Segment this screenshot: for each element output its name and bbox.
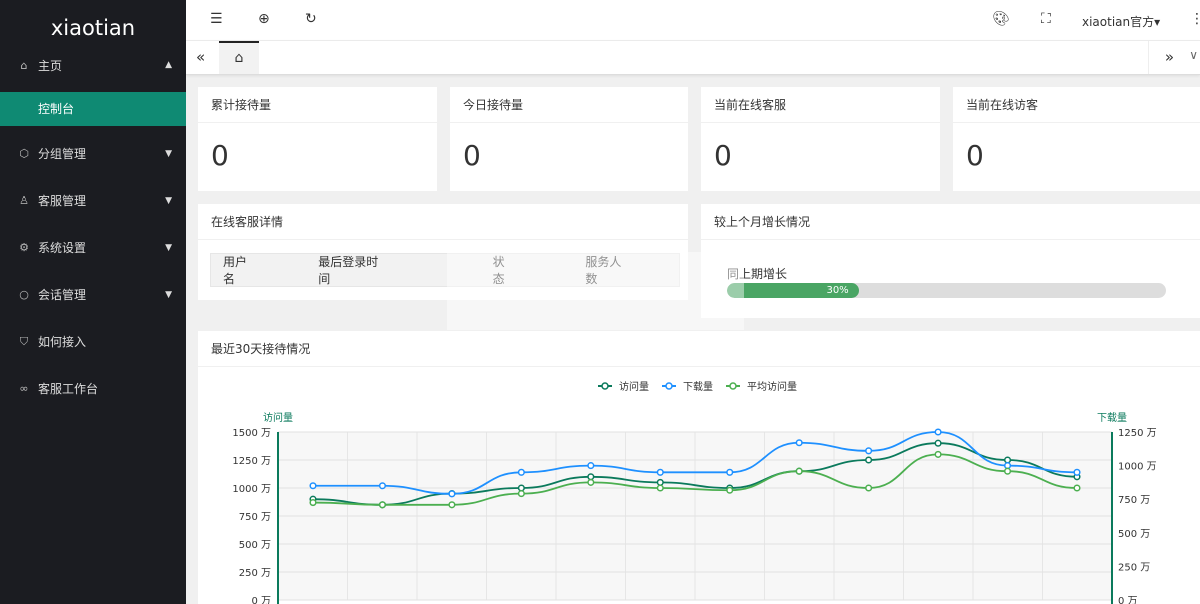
user-name: xiaotian官方 bbox=[1082, 15, 1154, 29]
home-icon: ⌂ bbox=[17, 59, 31, 72]
tab-menu-icon[interactable]: ∨ bbox=[1189, 48, 1198, 62]
nav-label: 客服管理 bbox=[38, 192, 86, 209]
stat-title: 当前在线访客 bbox=[953, 87, 1200, 123]
nav-sessions[interactable]: ○ 会话管理 ▼ bbox=[0, 271, 186, 318]
nav-label: 主页 bbox=[38, 57, 62, 74]
card-title: 较上个月增长情况 bbox=[701, 204, 1200, 240]
nav-howto[interactable]: ⛉ 如何接入 bbox=[0, 318, 186, 365]
globe-icon[interactable]: ⊕ bbox=[258, 11, 270, 27]
chart-title: 最近30天接待情况 bbox=[198, 331, 1200, 367]
nav-label: 如何接入 bbox=[38, 333, 86, 350]
scroll-right-icon[interactable]: » bbox=[1165, 48, 1174, 66]
nav-settings[interactable]: ⚙ 系统设置 ▼ bbox=[0, 224, 186, 271]
growth-progress-bar: 30% bbox=[727, 283, 1166, 298]
column-header: 用户名 bbox=[223, 253, 254, 287]
gear-icon: ⚙ bbox=[17, 241, 31, 254]
stat-title: 当前在线客服 bbox=[701, 87, 940, 123]
user-menu[interactable]: xiaotian官方▾ bbox=[1082, 13, 1160, 30]
refresh-icon[interactable]: ↻ bbox=[305, 11, 317, 27]
growth-label: 同上期增长 bbox=[727, 265, 787, 282]
nav-label: 客服工作台 bbox=[38, 380, 98, 397]
logo: xiaotian bbox=[0, 0, 186, 52]
table-header: 用户名 最后登录时间 状态 服务人数 bbox=[210, 253, 680, 287]
nav-agents[interactable]: ♙ 客服管理 ▼ bbox=[0, 177, 186, 224]
header: ☰ ⊕ ↻ 🎨︎ ⛶ xiaotian官方▾ ⋮ bbox=[186, 0, 1200, 41]
stat-value: 0 bbox=[450, 123, 688, 188]
caret-down-icon: ▼ bbox=[165, 290, 172, 300]
column-header: 状态 bbox=[493, 253, 514, 287]
stat-value: 0 bbox=[953, 123, 1200, 188]
online-agents-card: 在线客服详情 用户名 最后登录时间 状态 服务人数 bbox=[198, 204, 688, 300]
scroll-left-icon[interactable]: « bbox=[196, 48, 205, 66]
caret-down-icon: ▼ bbox=[165, 149, 172, 159]
cube-icon: ⬡ bbox=[17, 147, 31, 160]
more-icon[interactable]: ⋮ bbox=[1190, 11, 1200, 27]
user-icon: ♙ bbox=[17, 194, 31, 207]
circle-icon: ○ bbox=[17, 288, 31, 301]
card-title: 在线客服详情 bbox=[198, 204, 688, 240]
caret-down-icon: ▼ bbox=[165, 196, 172, 206]
caret-down-icon: ▼ bbox=[165, 243, 172, 253]
tab-home[interactable]: ⌂ bbox=[219, 41, 259, 74]
nav-groups[interactable]: ⬡ 分组管理 ▼ bbox=[0, 130, 186, 177]
column-header: 服务人数 bbox=[585, 253, 627, 287]
nav-dashboard[interactable]: 控制台 bbox=[0, 92, 186, 126]
link-icon: ∞ bbox=[17, 382, 31, 395]
nav-label: 分组管理 bbox=[38, 145, 86, 162]
home-icon: ⌂ bbox=[235, 50, 244, 66]
nav-label: 会话管理 bbox=[38, 286, 86, 303]
shield-icon: ⛉ bbox=[17, 335, 31, 349]
stat-title: 累计接待量 bbox=[198, 87, 437, 123]
nav-label: 系统设置 bbox=[38, 239, 86, 256]
stat-card: 今日接待量0 bbox=[450, 87, 688, 191]
progress-fill: 30% bbox=[727, 283, 859, 298]
stat-value: 0 bbox=[198, 123, 437, 188]
fullscreen-icon[interactable]: ⛶ bbox=[1041, 11, 1051, 27]
column-header: 最后登录时间 bbox=[318, 253, 380, 287]
caret-up-icon: ▲ bbox=[165, 60, 172, 70]
tab-bar: « ⌂ » ∨ bbox=[186, 41, 1200, 75]
collapse-menu-icon[interactable]: ☰ bbox=[210, 11, 223, 27]
stat-title: 今日接待量 bbox=[450, 87, 688, 123]
nav-workbench[interactable]: ∞ 客服工作台 bbox=[0, 365, 186, 412]
stat-value: 0 bbox=[701, 123, 940, 188]
stat-card: 累计接待量0 bbox=[198, 87, 437, 191]
stat-card: 当前在线访客0 bbox=[953, 87, 1200, 191]
growth-card: 较上个月增长情况 同上期增长 bbox=[701, 204, 1200, 318]
sidebar: xiaotian ⌂ 主页 ▲ 控制台 ⬡ 分组管理 ▼ ♙ 客服管理 ▼ ⚙ 系统设置 ▼ ○… bbox=[0, 0, 186, 604]
stat-card: 当前在线客服0 bbox=[701, 87, 940, 191]
palette-icon[interactable]: 🎨︎ bbox=[992, 11, 1010, 27]
nav-home[interactable]: ⌂ 主页 ▲ bbox=[0, 52, 186, 78]
chart-card: 最近30天接待情况 bbox=[198, 331, 1200, 604]
